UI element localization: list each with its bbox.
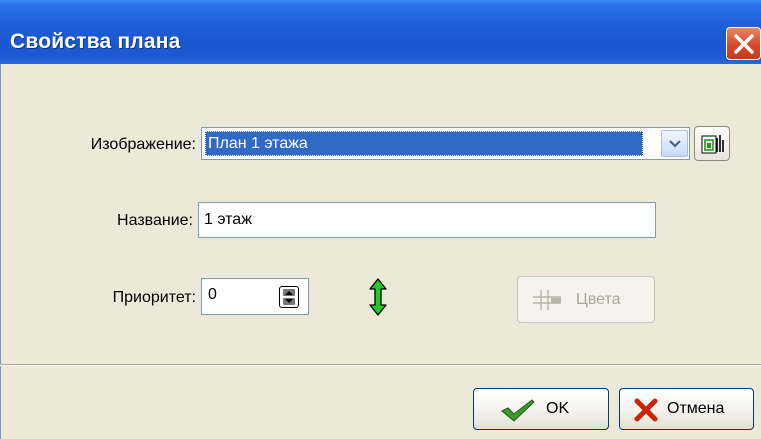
window-title: Свойства плана <box>10 30 181 53</box>
vertical-double-arrow-icon[interactable] <box>369 278 387 316</box>
name-field[interactable]: 1 этаж <box>198 202 656 238</box>
close-icon <box>734 34 754 54</box>
cross-icon <box>634 398 658 422</box>
priority-value[interactable]: 0 <box>208 286 217 304</box>
image-label: Изображение: <box>90 136 196 153</box>
ok-button[interactable]: OK <box>473 388 609 430</box>
dialog-window: Свойства плана Изображение: План 1 этажа… <box>0 0 761 439</box>
spin-updown-button[interactable] <box>279 286 299 308</box>
ok-button-label: OK <box>546 400 570 417</box>
grid-icon <box>533 290 561 310</box>
name-label: Название: <box>117 212 193 229</box>
cancel-button-label: Отмена <box>667 400 725 417</box>
cancel-button[interactable]: Отмена <box>619 388 754 430</box>
close-button[interactable] <box>726 27 761 60</box>
priority-label: Приоритет: <box>112 289 196 306</box>
footer-divider-highlight <box>0 365 761 366</box>
image-picker-button[interactable] <box>694 126 730 161</box>
chevron-down-icon <box>669 140 681 148</box>
title-bar[interactable]: Свойства плана <box>0 0 761 64</box>
image-combobox-value[interactable]: План 1 этажа <box>205 131 643 156</box>
colors-button[interactable]: Цвета <box>517 276 655 323</box>
image-dropdown-button[interactable] <box>661 130 688 157</box>
image-combobox[interactable]: План 1 этажа <box>201 127 690 160</box>
spin-updown-icon <box>283 289 295 305</box>
checkmark-icon <box>501 399 535 422</box>
dialog-body <box>0 64 761 439</box>
colors-button-label: Цвета <box>576 291 621 308</box>
image-picker-icon <box>701 135 724 154</box>
priority-spinner[interactable]: 0 <box>201 278 309 315</box>
